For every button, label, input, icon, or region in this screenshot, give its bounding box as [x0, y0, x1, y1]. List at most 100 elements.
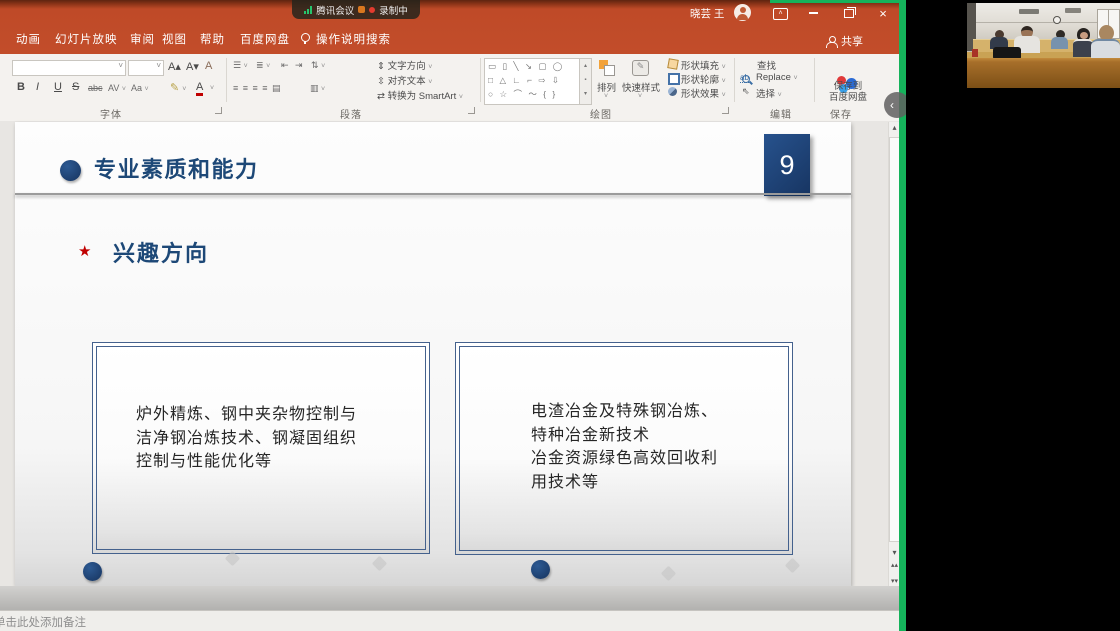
character-spacing-button[interactable]: AV ˅: [108, 83, 126, 93]
ceiling-vent: [1065, 8, 1081, 13]
content-box-left-text: 炉外精炼、钢中夹杂物控制与 洁净钢冶炼技术、钢凝固组织 控制与性能优化等: [136, 403, 357, 474]
bullets-button[interactable]: ☰ ˅: [233, 60, 248, 71]
paragraph-group-label: 段落: [340, 106, 362, 121]
notes-pane[interactable]: 单击此处添加备注: [0, 610, 899, 631]
align-text-button[interactable]: ⇳ 对齐文本 ˅: [377, 73, 432, 87]
font-color-button[interactable]: A: [196, 81, 203, 96]
font-size-combo[interactable]: [128, 60, 164, 76]
person-4-face: [1080, 32, 1088, 39]
person-3-body: [1051, 37, 1068, 49]
sparkle-decoration: [372, 556, 388, 572]
foreground-table: [967, 58, 1120, 88]
sparkle-decoration: [785, 558, 801, 574]
line-spacing-button[interactable]: ⇅ ˅: [311, 60, 325, 71]
clear-format-button[interactable]: A: [205, 60, 212, 72]
page-number-badge: 9: [764, 134, 810, 196]
ribbon-display-options-icon[interactable]: ˄: [773, 8, 788, 20]
camera-video-thumbnail[interactable]: [967, 3, 1120, 88]
editing-group-label: 编辑: [770, 106, 792, 121]
group-separator: [814, 58, 815, 102]
drawing-group-label: 绘图: [590, 106, 612, 121]
smartart-convert-button[interactable]: ⇄ 转换为 SmartArt ˅: [377, 88, 463, 102]
minimize-button[interactable]: [800, 0, 826, 26]
font-group-label: 字体: [100, 106, 122, 121]
tab-view[interactable]: 视图: [162, 31, 187, 47]
find-button[interactable]: 查找: [757, 58, 776, 72]
slide-subtitle[interactable]: 兴趣方向: [113, 236, 209, 268]
ceiling-vent: [1019, 9, 1039, 14]
font-color-caret[interactable]: ˅: [210, 85, 214, 92]
ribbon: A▴ A▾ A B I U S abc AV ˅ Aa ˅ ✎ ˅ A ˅ 字体…: [0, 54, 899, 122]
arrange-button[interactable]: 排列: [597, 80, 616, 94]
numbering-button[interactable]: ≣ ˅: [256, 60, 270, 71]
underline-button[interactable]: U: [54, 81, 62, 93]
quick-styles-caret[interactable]: ˅: [638, 93, 642, 100]
red-object: [972, 49, 978, 57]
tab-review[interactable]: 审阅: [130, 31, 155, 47]
text-direction-button[interactable]: ⇕ 文字方向 ˅: [377, 58, 432, 72]
shape-effects-icon: [668, 87, 677, 96]
shapes-gallery-scroll[interactable]: ▴▪▾: [579, 58, 592, 105]
increase-indent-button[interactable]: ⇥: [295, 60, 303, 71]
content-box-left[interactable]: 炉外精炼、钢中夹杂物控制与 洁净钢冶炼技术、钢凝固组织 控制与性能优化等: [92, 342, 430, 554]
group-separator: [480, 58, 481, 102]
replace-icon: ab: [740, 73, 749, 83]
highlight-pen-button[interactable]: ✎ ˅: [170, 81, 186, 94]
shrink-font-button[interactable]: A▾: [186, 60, 199, 73]
tab-tell-me-search[interactable]: 操作说明搜索: [316, 31, 391, 47]
slide-title[interactable]: 专业素质和能力: [94, 152, 259, 184]
content-box-right[interactable]: 电渣冶金及特殊钢冶炼、 特种冶金新技术 冶金资源绿色高效回收利 用技术等: [455, 342, 793, 555]
paragraph-dialog-launcher[interactable]: [468, 107, 475, 114]
share-button[interactable]: 共享: [826, 33, 863, 49]
quick-styles-icon: ✎: [632, 60, 649, 76]
meeting-status-pill[interactable]: 腾讯会议 录制中: [292, 0, 420, 19]
sparkle-decoration: [661, 566, 677, 582]
grow-font-button[interactable]: A▴: [168, 60, 181, 73]
alignment-buttons[interactable]: ≡ ≡ ≡ ≡ ▤: [233, 83, 282, 94]
bottom-dot-right: [531, 560, 550, 579]
shape-fill-button[interactable]: 形状填充 ˅: [681, 58, 726, 72]
change-case-button[interactable]: Aa ˅: [131, 83, 149, 93]
tab-slideshow[interactable]: 幻灯片放映: [55, 31, 118, 47]
decrease-indent-button[interactable]: ⇤: [281, 60, 289, 71]
shapes-row-3: ○ ☆ ⌒ ～ { }: [485, 87, 579, 101]
strikethrough-button[interactable]: S: [72, 81, 79, 93]
tab-help[interactable]: 帮助: [200, 31, 225, 47]
sidebar-collapse-button[interactable]: ‹: [884, 92, 906, 118]
slide-canvas[interactable]: 专业素质和能力 9 ★ 兴趣方向 炉外精炼、钢中夹杂物控制与 洁净钢冶炼技术、钢…: [15, 122, 851, 586]
avatar[interactable]: [734, 4, 751, 21]
meeting-app-name: 腾讯会议: [316, 3, 354, 17]
font-name-combo[interactable]: [12, 60, 126, 76]
tab-baidu-netdisk[interactable]: 百度网盘: [240, 31, 290, 47]
save-to-baidu-button[interactable]: 保存到 百度网盘: [818, 81, 878, 103]
replace-button[interactable]: Replace ˅: [756, 72, 798, 83]
account-user-name: 晓芸 王: [690, 6, 724, 21]
strikethrough-abc-button[interactable]: abc: [88, 83, 103, 93]
shape-effects-button[interactable]: 形状效果 ˅: [681, 86, 726, 100]
shape-outline-button[interactable]: 形状轮廓 ˅: [681, 72, 726, 86]
restore-button[interactable]: [836, 0, 862, 26]
shape-outline-icon: [668, 73, 680, 85]
title-bullet-dot: [60, 160, 81, 181]
columns-button[interactable]: ▥ ˅: [310, 83, 325, 94]
shapes-gallery[interactable]: ▭ ▯ ╲ ↘ ▢ ◯ □ △ ∟ ⌐ ⇨ ⇩ ○ ☆ ⌒ ～ { }: [484, 58, 580, 105]
wall-clock: [1053, 16, 1061, 24]
content-box-right-text: 电渣冶金及特殊钢冶炼、 特种冶金新技术 冶金资源绿色高效回收利 用技术等: [531, 400, 718, 494]
select-button[interactable]: 选择 ˅: [756, 86, 782, 100]
slide-workspace: 专业素质和能力 9 ★ 兴趣方向 炉外精炼、钢中夹杂物控制与 洁净钢冶炼技术、钢…: [0, 121, 899, 610]
bold-button[interactable]: B: [17, 81, 25, 93]
close-button[interactable]: ×: [870, 0, 896, 26]
person-4-body: [1073, 39, 1093, 57]
network-signal-icon: [304, 6, 312, 14]
font-dialog-launcher[interactable]: [215, 107, 222, 114]
quick-styles-button[interactable]: 快速样式: [622, 80, 660, 94]
bottom-dot-left: [83, 562, 102, 581]
tab-animation[interactable]: 动画: [16, 31, 41, 47]
arrange-icon: [599, 60, 615, 76]
shape-fill-icon: [667, 58, 679, 70]
arrange-caret[interactable]: ˅: [604, 93, 608, 100]
drawing-dialog-launcher[interactable]: [722, 107, 729, 114]
powerpoint-mini-icon: [358, 6, 365, 13]
workspace-apron: [0, 586, 899, 610]
italic-button[interactable]: I: [36, 81, 39, 93]
